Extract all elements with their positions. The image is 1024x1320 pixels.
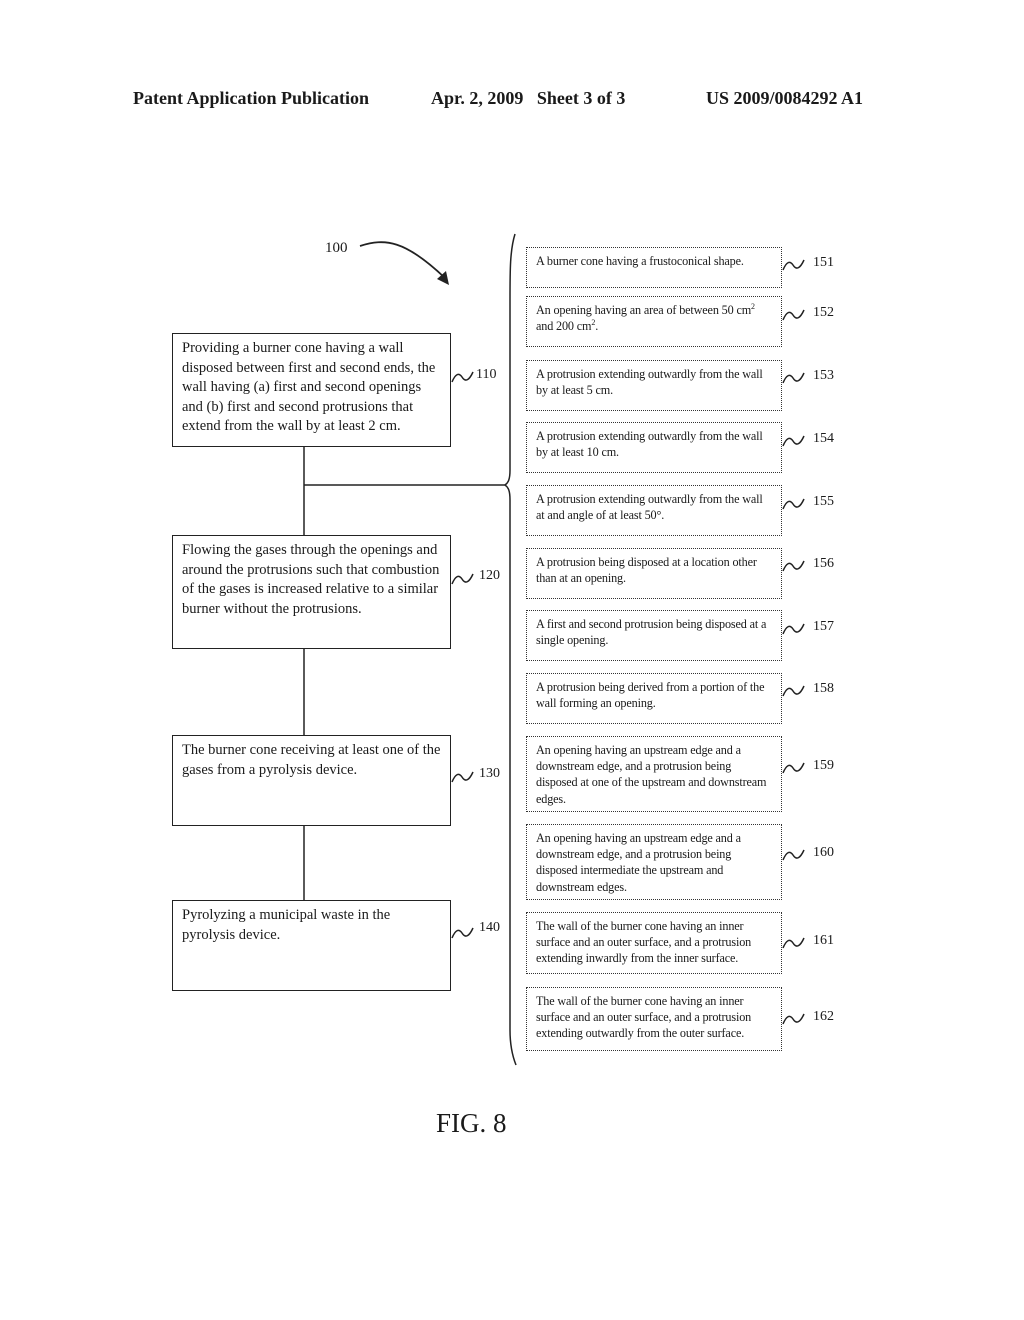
method-arrow bbox=[359, 241, 446, 279]
squiggle-icon bbox=[782, 372, 805, 384]
option-ref-151: 151 bbox=[813, 255, 834, 270]
squiggle-icons bbox=[451, 371, 474, 939]
option-box-154: A protrusion extending outwardly from th… bbox=[526, 422, 782, 473]
option-text: A protrusion extending outwardly from th… bbox=[536, 367, 763, 398]
squiggle-icon bbox=[782, 1013, 805, 1025]
option-text: A protrusion being disposed at a locatio… bbox=[536, 555, 757, 586]
arrow-head bbox=[437, 271, 449, 285]
option-ref-161: 161 bbox=[813, 933, 834, 948]
option-ref-152: 152 bbox=[813, 305, 834, 320]
option-ref-154: 154 bbox=[813, 431, 834, 446]
step-box-130: The burner cone receiving at least one o… bbox=[172, 735, 451, 826]
squiggle-icon bbox=[782, 435, 805, 447]
option-ref-157: 157 bbox=[813, 619, 834, 634]
squiggle-icon bbox=[782, 498, 805, 510]
publication-type: Patent Application Publication bbox=[133, 88, 370, 108]
option-ref-153: 153 bbox=[813, 368, 834, 383]
option-box-161: The wall of the burner cone having an in… bbox=[526, 912, 782, 974]
option-text: A protrusion being derived from a portio… bbox=[536, 680, 765, 711]
squiggle-icon bbox=[782, 560, 805, 572]
squiggle-icon bbox=[782, 623, 805, 635]
squiggle-icon bbox=[782, 849, 805, 861]
page-header: Patent Application Publication Apr. 2, 2… bbox=[0, 88, 1024, 114]
option-box-155: A protrusion extending outwardly from th… bbox=[526, 485, 782, 536]
option-ref-159: 159 bbox=[813, 758, 834, 773]
connector-lines bbox=[303, 233, 805, 1066]
option-ref-158: 158 bbox=[813, 681, 834, 696]
option-box-152: An opening having an area of between 50 … bbox=[526, 296, 782, 347]
option-ref-156: 156 bbox=[813, 556, 834, 571]
option-text: A burner cone having a frustoconical sha… bbox=[536, 254, 744, 268]
option-text: A first and second protrusion being disp… bbox=[536, 617, 767, 648]
step-text: Pyrolyzing a municipal waste in the pyro… bbox=[182, 907, 391, 943]
step-text: The burner cone receiving at least one o… bbox=[182, 742, 441, 778]
options-bracket bbox=[503, 233, 517, 1066]
step-ref-140: 140 bbox=[479, 920, 500, 935]
option-text: An opening having an upstream edge and a… bbox=[536, 831, 741, 894]
option-text: An opening having an area of between 50 … bbox=[536, 301, 755, 334]
option-box-156: A protrusion being disposed at a locatio… bbox=[526, 548, 782, 599]
option-text: The wall of the burner cone having an in… bbox=[536, 994, 752, 1041]
option-ref-162: 162 bbox=[813, 1009, 834, 1024]
option-text: The wall of the burner cone having an in… bbox=[536, 919, 752, 966]
option-ref-155: 155 bbox=[813, 494, 834, 509]
figure-label: FIG. 8 bbox=[436, 1108, 507, 1138]
option-box-158: A protrusion being derived from a portio… bbox=[526, 673, 782, 724]
step-box-140: Pyrolyzing a municipal waste in the pyro… bbox=[172, 900, 451, 991]
step-box-120: Flowing the gases through the openings a… bbox=[172, 535, 451, 649]
option-box-157: A first and second protrusion being disp… bbox=[526, 610, 782, 661]
option-ref-160: 160 bbox=[813, 845, 834, 860]
patent-number: US 2009/0084292 A1 bbox=[706, 88, 864, 108]
step-ref-120: 120 bbox=[479, 568, 500, 583]
option-box-159: An opening having an upstream edge and a… bbox=[526, 736, 782, 812]
method-reference-label: 100 bbox=[325, 240, 348, 256]
option-box-153: A protrusion extending outwardly from th… bbox=[526, 360, 782, 411]
step-text: Providing a burner cone having a wall di… bbox=[182, 340, 436, 434]
option-box-151: A burner cone having a frustoconical sha… bbox=[526, 247, 782, 288]
step-text: Flowing the gases through the openings a… bbox=[182, 542, 440, 617]
step-ref-110: 110 bbox=[476, 367, 497, 382]
option-box-160: An opening having an upstream edge and a… bbox=[526, 824, 782, 900]
option-box-162: The wall of the burner cone having an in… bbox=[526, 987, 782, 1051]
squiggle-icon bbox=[782, 937, 805, 949]
option-text: An opening having an upstream edge and a… bbox=[536, 743, 767, 806]
step-box-110: Providing a burner cone having a wall di… bbox=[172, 333, 451, 447]
option-text: A protrusion extending outwardly from th… bbox=[536, 492, 763, 523]
squiggle-icon bbox=[782, 309, 805, 321]
squiggle-icon bbox=[782, 685, 805, 697]
step-ref-130: 130 bbox=[479, 766, 500, 781]
squiggle-icon bbox=[782, 762, 805, 774]
squiggle-icon bbox=[782, 259, 805, 271]
publication-date-sheet: Apr. 2, 2009 Sheet 3 of 3 bbox=[431, 88, 626, 108]
option-text: A protrusion extending outwardly from th… bbox=[536, 429, 763, 460]
option-squiggle-icons bbox=[782, 259, 805, 1025]
